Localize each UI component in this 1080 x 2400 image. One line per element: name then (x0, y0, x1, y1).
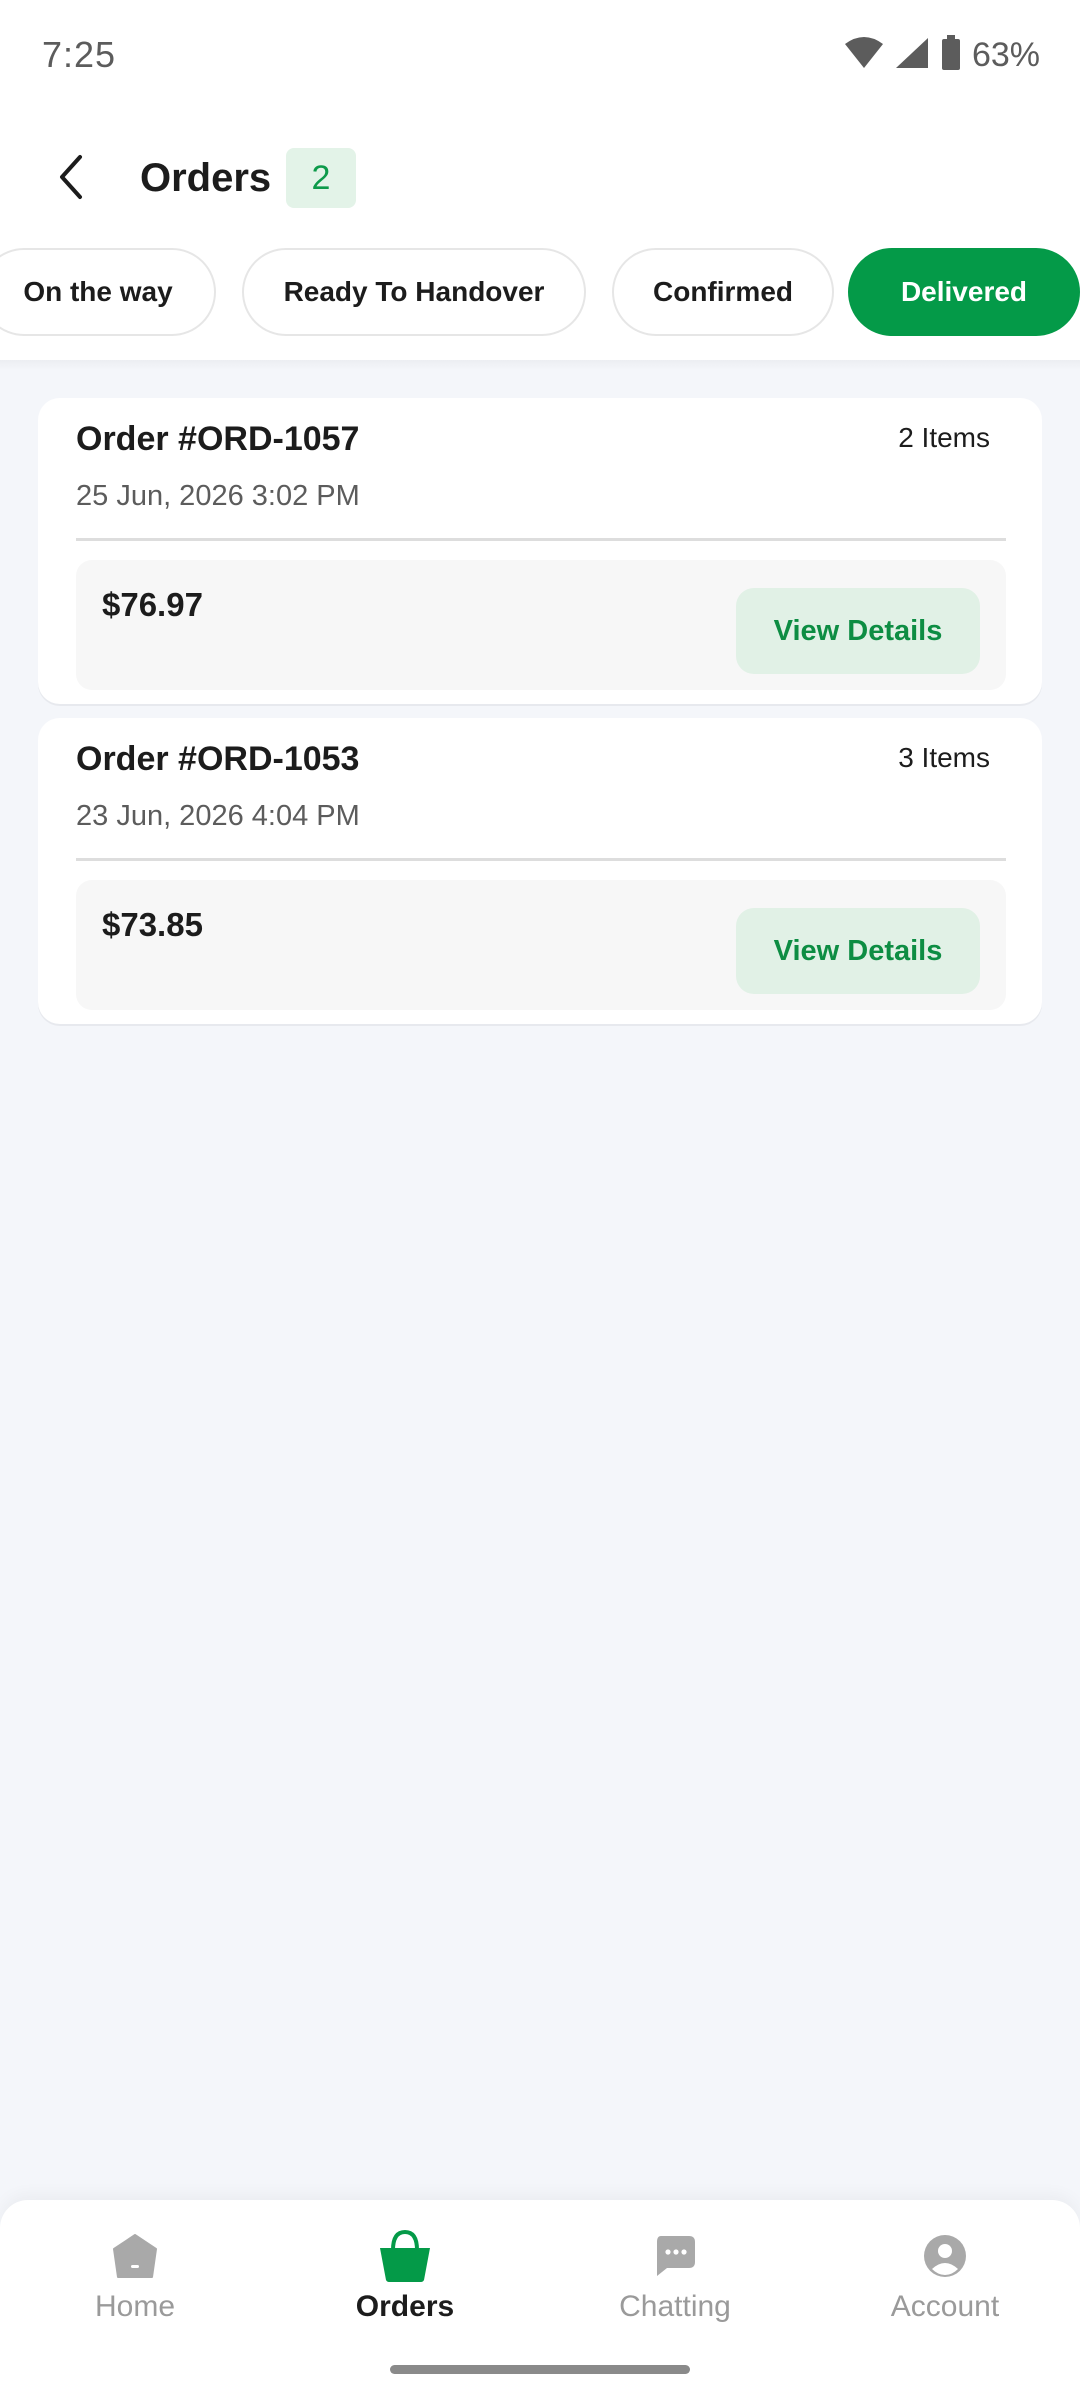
status-time: 7:25 (42, 34, 117, 75)
status-bar: 7:25 63% (0, 0, 1080, 110)
orders-screen: 7:25 63% Orders 2 On the way Ready To Ha… (0, 0, 1080, 2400)
order-item-count: 2 Items (898, 422, 990, 453)
battery-percentage: 63% (971, 35, 1040, 74)
basket-icon (375, 2226, 435, 2286)
home-icon (105, 2226, 165, 2286)
divider (76, 858, 1006, 861)
nav-item-account[interactable]: Account (845, 2226, 1045, 2336)
order-card[interactable]: Order #ORD-1057 2 Items 25 Jun, 2026 3:0… (38, 398, 1042, 704)
battery-icon (940, 34, 962, 76)
status-icons: 63% (844, 34, 1040, 76)
nav-item-home[interactable]: Home (35, 2226, 235, 2336)
order-summary: $73.85 View Details (76, 880, 1006, 1010)
order-id: Order #ORD-1053 (76, 740, 360, 778)
page-header: Orders 2 On the way Ready To Handover Co… (0, 110, 1080, 360)
order-card[interactable]: Order #ORD-1053 3 Items 23 Jun, 2026 4:0… (38, 718, 1042, 1024)
back-button[interactable] (38, 146, 104, 212)
view-details-button[interactable]: View Details (736, 588, 980, 674)
filter-chip-delivered[interactable]: Delivered (848, 248, 1080, 336)
order-date: 25 Jun, 2026 3:02 PM (76, 480, 360, 512)
wifi-icon (844, 36, 884, 75)
status-filter-tabs: On the way Ready To Handover Confirmed D… (0, 248, 1080, 338)
header-shadow (0, 360, 1080, 370)
account-icon (915, 2226, 975, 2286)
divider (76, 538, 1006, 541)
order-item-count: 3 Items (898, 742, 990, 773)
orders-list: Order #ORD-1057 2 Items 25 Jun, 2026 3:0… (38, 398, 1042, 1038)
filter-chip-on-the-way[interactable]: On the way (0, 248, 216, 336)
filter-chip-ready-to-handover[interactable]: Ready To Handover (242, 248, 586, 336)
nav-label-home: Home (94, 2290, 176, 2323)
order-count-badge: 2 (286, 148, 356, 208)
nav-label-orders: Orders (355, 2290, 455, 2323)
order-total: $73.85 (102, 906, 203, 943)
order-total: $76.97 (102, 586, 203, 623)
signal-icon (894, 36, 930, 75)
filter-chip-confirmed[interactable]: Confirmed (612, 248, 834, 336)
page-title: Orders (140, 156, 272, 200)
nav-label-account: Account (890, 2290, 1000, 2323)
nav-label-chatting: Chatting (619, 2290, 731, 2323)
order-date: 23 Jun, 2026 4:04 PM (76, 800, 360, 832)
view-details-button[interactable]: View Details (736, 908, 980, 994)
chat-icon (645, 2226, 705, 2286)
order-id: Order #ORD-1057 (76, 420, 360, 458)
nav-item-orders[interactable]: Orders (305, 2226, 505, 2336)
home-indicator[interactable] (390, 2365, 690, 2374)
order-summary: $76.97 View Details (76, 560, 1006, 690)
nav-item-chatting[interactable]: Chatting (575, 2226, 775, 2336)
chevron-left-icon (56, 154, 86, 205)
